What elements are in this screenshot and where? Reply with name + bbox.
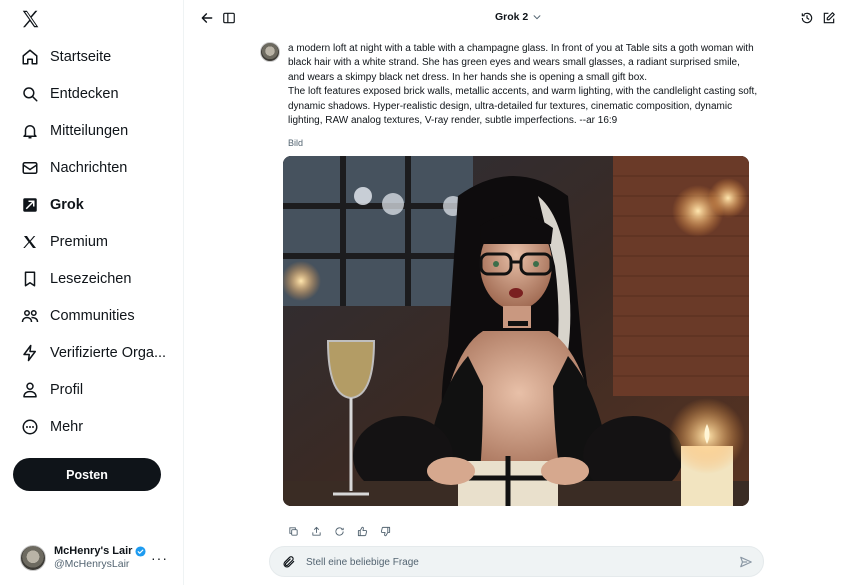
send-icon[interactable] xyxy=(739,555,753,569)
sidebar-item-label: Verifizierte Orga... xyxy=(50,344,167,361)
sidebar-item-label: Grok xyxy=(50,196,84,213)
prompt-text: The loft features exposed brick walls, m… xyxy=(288,86,758,127)
sidebar-item-label: Communities xyxy=(50,307,135,324)
account-handle: @McHenrysLair xyxy=(54,558,130,570)
x-logo-icon[interactable] xyxy=(20,8,42,30)
user-prompt: a modern loft at night with a table with… xyxy=(288,42,758,128)
avatar xyxy=(260,42,280,62)
sidebar-item-label: Startseite xyxy=(50,48,112,65)
sidebar-item-mehr[interactable]: Mehr xyxy=(10,408,180,445)
generated-image[interactable] xyxy=(283,156,749,506)
regenerate-icon[interactable] xyxy=(332,524,346,538)
thumbs-down-icon[interactable] xyxy=(378,524,392,538)
copy-icon[interactable] xyxy=(286,524,300,538)
model-selector[interactable]: Grok 2 xyxy=(495,11,542,23)
share-icon[interactable] xyxy=(309,524,323,538)
sidebar-item-profil[interactable]: Profil xyxy=(10,371,180,408)
more-options-icon[interactable]: ··· xyxy=(151,550,168,566)
sidebar-item-verifizierte-organisationen[interactable]: Verifizierte Orga... xyxy=(10,334,180,371)
paperclip-icon[interactable] xyxy=(282,555,296,569)
lightning-icon xyxy=(20,343,40,363)
model-name: Grok 2 xyxy=(495,11,529,23)
people-icon xyxy=(20,306,40,326)
thumbs-up-icon[interactable] xyxy=(355,524,369,538)
more-circle-icon xyxy=(20,417,40,437)
sidebar-item-grok[interactable]: Grok xyxy=(10,186,180,223)
sidebar-item-label: Profil xyxy=(50,381,84,398)
message-actions xyxy=(286,524,401,538)
bookmark-icon xyxy=(20,269,40,289)
sidebar: Startseite Entdecken Mitteilungen Nachri… xyxy=(0,0,184,585)
composer xyxy=(269,546,764,577)
post-button[interactable]: Posten xyxy=(13,458,161,491)
prompt-input[interactable] xyxy=(306,552,716,572)
chevron-down-icon xyxy=(533,15,541,20)
top-bar: Grok 2 xyxy=(185,0,849,36)
bell-icon xyxy=(20,121,40,141)
verified-badge-icon xyxy=(135,546,146,557)
sidebar-item-label: Premium xyxy=(50,233,109,250)
sidebar-item-label: Nachrichten xyxy=(50,159,128,176)
prompt-text: a modern loft at night with a table with… xyxy=(288,43,754,83)
account-switcher[interactable]: McHenry's Lair @McHenrysLair ··· xyxy=(20,540,180,576)
sidebar-item-startseite[interactable]: Startseite xyxy=(10,38,180,75)
sidebar-toggle-icon[interactable] xyxy=(221,10,237,26)
new-chat-icon[interactable] xyxy=(821,10,837,26)
grok-icon xyxy=(20,195,40,215)
sidebar-item-entdecken[interactable]: Entdecken xyxy=(10,75,180,112)
sidebar-item-nachrichten[interactable]: Nachrichten xyxy=(10,149,180,186)
back-arrow-icon[interactable] xyxy=(199,10,215,26)
history-icon[interactable] xyxy=(799,10,815,26)
sidebar-item-lesezeichen[interactable]: Lesezeichen xyxy=(10,260,180,297)
sidebar-item-label: Mehr xyxy=(50,418,84,435)
search-icon xyxy=(20,84,40,104)
avatar xyxy=(20,545,46,571)
sidebar-nav: Startseite Entdecken Mitteilungen Nachri… xyxy=(10,38,180,445)
account-name: McHenry's Lair xyxy=(54,545,133,557)
sidebar-item-label: Lesezeichen xyxy=(50,270,132,287)
person-icon xyxy=(20,380,40,400)
sidebar-item-communities[interactable]: Communities xyxy=(10,297,180,334)
sidebar-item-label: Entdecken xyxy=(50,85,119,102)
home-icon xyxy=(20,47,40,67)
mail-icon xyxy=(20,158,40,178)
sidebar-item-label: Mitteilungen xyxy=(50,122,129,139)
x-premium-icon xyxy=(20,232,40,252)
sidebar-item-premium[interactable]: Premium xyxy=(10,223,180,260)
image-label: Bild xyxy=(288,138,304,148)
sidebar-item-mitteilungen[interactable]: Mitteilungen xyxy=(10,112,180,149)
